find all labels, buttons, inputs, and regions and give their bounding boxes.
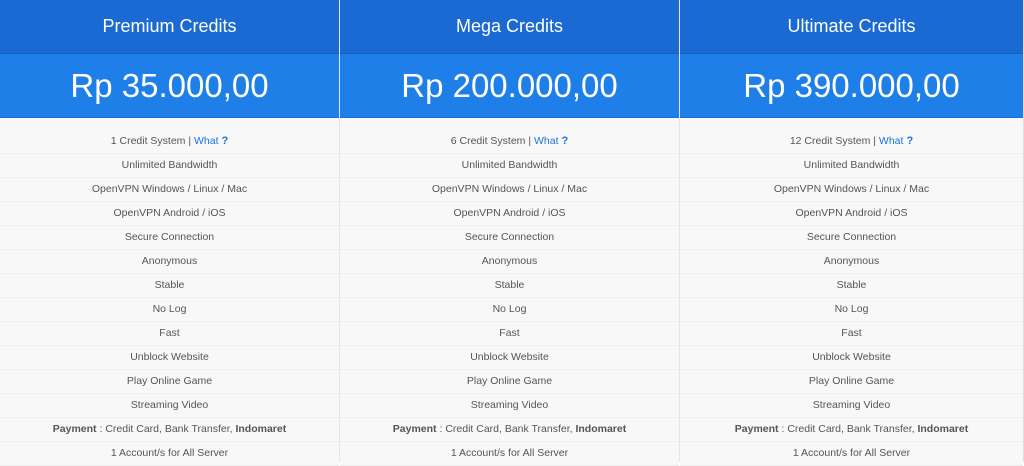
feature-bandwidth: Unlimited Bandwidth bbox=[0, 154, 339, 178]
feature-accounts: 1 Account/s for All Server bbox=[0, 442, 339, 466]
feature-unblock-website: Unblock Website bbox=[0, 346, 339, 370]
feature-unblock-website: Unblock Website bbox=[680, 346, 1023, 370]
feature-separator: | bbox=[870, 135, 879, 147]
feature-bandwidth: Unlimited Bandwidth bbox=[680, 154, 1023, 178]
feature-stable: Stable bbox=[0, 274, 339, 298]
plan-title: Ultimate Credits bbox=[680, 0, 1023, 54]
feature-unblock-website: Unblock Website bbox=[340, 346, 679, 370]
feature-accounts: 1 Account/s for All Server bbox=[680, 442, 1023, 466]
feature-openvpn-desktop: OpenVPN Windows / Linux / Mac bbox=[340, 178, 679, 202]
plan-price: Rp 390.000,00 bbox=[680, 54, 1023, 118]
feature-openvpn-mobile: OpenVPN Android / iOS bbox=[340, 202, 679, 226]
payment-label: Payment bbox=[52, 423, 97, 435]
feature-no-log: No Log bbox=[0, 298, 339, 322]
feature-streaming-video: Streaming Video bbox=[0, 394, 339, 418]
feature-secure-connection: Secure Connection bbox=[0, 226, 339, 250]
feature-row-credit-system: 6 Credit System | What? bbox=[340, 130, 679, 154]
feature-bandwidth: Unlimited Bandwidth bbox=[340, 154, 679, 178]
feature-secure-connection: Secure Connection bbox=[340, 226, 679, 250]
plan-title: Premium Credits bbox=[0, 0, 339, 54]
feature-anonymous: Anonymous bbox=[0, 250, 339, 274]
feature-play-online-game: Play Online Game bbox=[0, 370, 339, 394]
feature-anonymous: Anonymous bbox=[680, 250, 1023, 274]
payment-methods: : Credit Card, Bank Transfer, bbox=[96, 423, 236, 435]
feature-no-log: No Log bbox=[680, 298, 1023, 322]
feature-play-online-game: Play Online Game bbox=[340, 370, 679, 394]
feature-row-credit-system: 1 Credit System | What? bbox=[0, 130, 339, 154]
what-link[interactable]: What bbox=[879, 135, 904, 147]
feature-openvpn-desktop: OpenVPN Windows / Linux / Mac bbox=[680, 178, 1023, 202]
feature-credit-system: 1 Credit System bbox=[110, 135, 186, 147]
feature-accounts: 1 Account/s for All Server bbox=[340, 442, 679, 466]
feature-list: 6 Credit System | What? Unlimited Bandwi… bbox=[340, 130, 679, 466]
payment-label: Payment bbox=[734, 423, 779, 435]
question-mark-icon[interactable]: ? bbox=[906, 130, 913, 153]
feature-list: 1 Credit System | What? Unlimited Bandwi… bbox=[0, 130, 339, 466]
feature-row-payment: Payment : Credit Card, Bank Transfer, In… bbox=[680, 418, 1023, 442]
what-link[interactable]: What bbox=[194, 135, 219, 147]
payment-bold: Indomaret bbox=[575, 423, 627, 435]
feature-streaming-video: Streaming Video bbox=[340, 394, 679, 418]
feature-row-payment: Payment : Credit Card, Bank Transfer, In… bbox=[340, 418, 679, 442]
plan-title: Mega Credits bbox=[340, 0, 679, 54]
payment-methods: : Credit Card, Bank Transfer, bbox=[778, 423, 918, 435]
feature-no-log: No Log bbox=[340, 298, 679, 322]
what-link[interactable]: What bbox=[534, 135, 559, 147]
payment-bold: Indomaret bbox=[917, 423, 969, 435]
payment-bold: Indomaret bbox=[235, 423, 287, 435]
feature-credit-system: 6 Credit System bbox=[450, 135, 526, 147]
question-mark-icon[interactable]: ? bbox=[222, 130, 229, 153]
feature-play-online-game: Play Online Game bbox=[680, 370, 1023, 394]
pricing-table: Premium Credits Rp 35.000,00 1 Credit Sy… bbox=[0, 0, 1024, 466]
feature-fast: Fast bbox=[680, 322, 1023, 346]
feature-separator: | bbox=[185, 135, 194, 147]
plan-price: Rp 35.000,00 bbox=[0, 54, 339, 118]
feature-openvpn-mobile: OpenVPN Android / iOS bbox=[680, 202, 1023, 226]
feature-anonymous: Anonymous bbox=[340, 250, 679, 274]
feature-credit-system: 12 Credit System bbox=[789, 135, 871, 147]
feature-row-payment: Payment : Credit Card, Bank Transfer, In… bbox=[0, 418, 339, 442]
feature-stable: Stable bbox=[340, 274, 679, 298]
question-mark-icon[interactable]: ? bbox=[562, 130, 569, 153]
pricing-card-mega: Mega Credits Rp 200.000,00 6 Credit Syst… bbox=[340, 0, 680, 466]
payment-methods: : Credit Card, Bank Transfer, bbox=[436, 423, 576, 435]
feature-streaming-video: Streaming Video bbox=[680, 394, 1023, 418]
feature-list: 12 Credit System | What? Unlimited Bandw… bbox=[680, 130, 1023, 466]
feature-openvpn-desktop: OpenVPN Windows / Linux / Mac bbox=[0, 178, 339, 202]
feature-row-credit-system: 12 Credit System | What? bbox=[680, 130, 1023, 154]
feature-stable: Stable bbox=[680, 274, 1023, 298]
pricing-card-premium: Premium Credits Rp 35.000,00 1 Credit Sy… bbox=[0, 0, 340, 466]
feature-secure-connection: Secure Connection bbox=[680, 226, 1023, 250]
feature-fast: Fast bbox=[0, 322, 339, 346]
plan-price: Rp 200.000,00 bbox=[340, 54, 679, 118]
feature-fast: Fast bbox=[340, 322, 679, 346]
feature-separator: | bbox=[525, 135, 534, 147]
feature-openvpn-mobile: OpenVPN Android / iOS bbox=[0, 202, 339, 226]
pricing-card-ultimate: Ultimate Credits Rp 390.000,00 12 Credit… bbox=[680, 0, 1024, 466]
payment-label: Payment bbox=[392, 423, 437, 435]
